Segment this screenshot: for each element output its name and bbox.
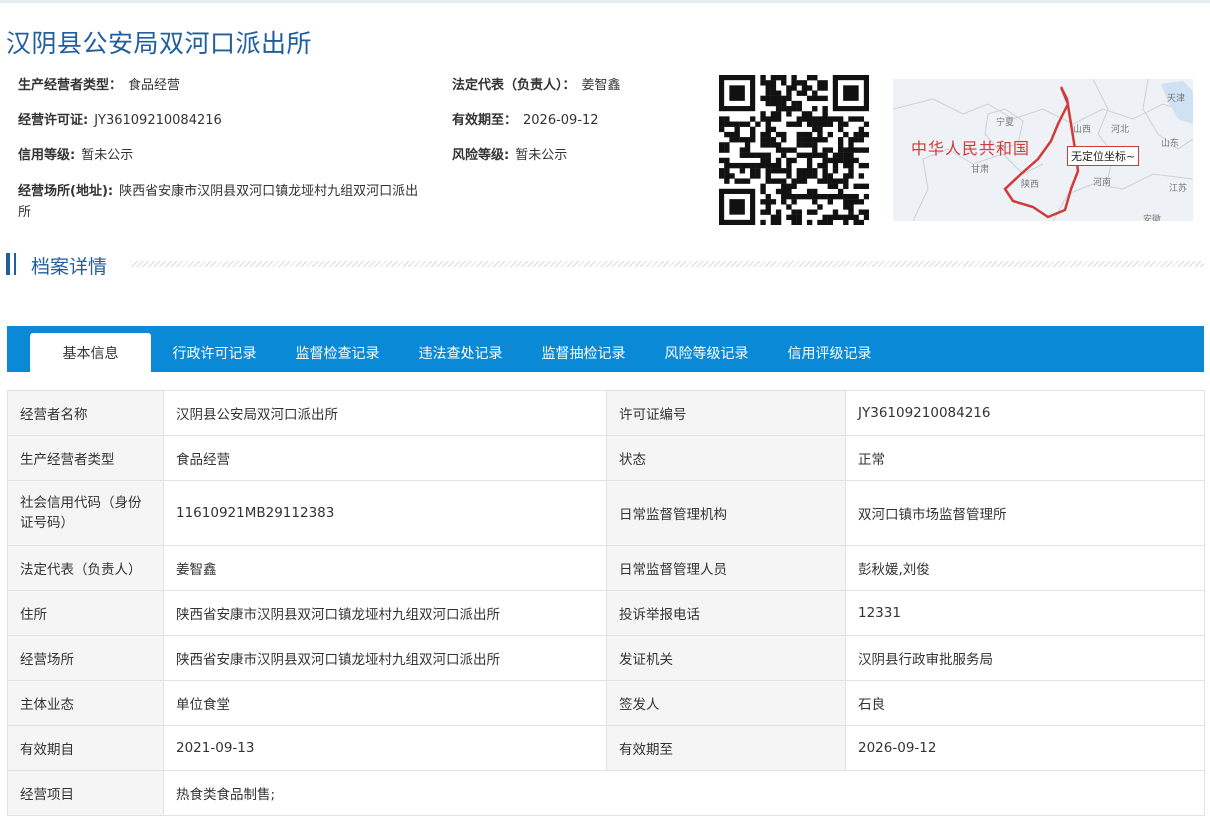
- field-value: 热食类食品制售;: [163, 770, 1205, 816]
- map-location-badge: 无定位坐标~: [1067, 146, 1140, 166]
- table-row: 经营场所 陕西省安康市汉阴县双河口镇龙垭村九组双河口派出所 发证机关 汉阴县行政…: [7, 635, 1205, 681]
- section-divider: [131, 261, 1204, 267]
- summary-valid-until: 有效期至： 2026-09-12: [452, 110, 599, 131]
- table-row: 法定代表（负责人） 姜智鑫 日常监督管理人员 彭秋媛,刘俊: [7, 545, 1205, 591]
- summary-credit-level: 信用等级: 暂未公示: [18, 145, 133, 166]
- field-value: 双河口镇市场监督管理所: [845, 480, 1205, 546]
- legal-rep-label: 法定代表（负责人）：: [452, 78, 576, 93]
- field-label: 投诉举报电话: [606, 590, 846, 636]
- field-label: 有效期至: [606, 725, 846, 771]
- map-province-label: 江苏: [1169, 184, 1188, 194]
- field-value: 正常: [845, 435, 1205, 481]
- field-value: 陕西省安康市汉阴县双河口镇龙垭村九组双河口派出所: [163, 590, 607, 636]
- field-label: 许可证编号: [606, 390, 846, 436]
- tab-risk-level-records[interactable]: 风险等级记录: [649, 333, 764, 372]
- tab-basic-info[interactable]: 基本信息: [30, 333, 151, 372]
- field-label: 经营项目: [7, 770, 164, 816]
- page-title: 汉阴县公安局双河口派出所: [6, 29, 313, 58]
- field-label: 生产经营者类型: [7, 435, 164, 481]
- field-value: 汉阴县行政审批服务局: [845, 635, 1205, 681]
- field-label: 主体业态: [7, 680, 164, 726]
- field-label: 社会信用代码（身份证号码）: [7, 480, 164, 546]
- field-value: 石良: [845, 680, 1205, 726]
- tab-violation-records[interactable]: 违法查处记录: [403, 333, 518, 372]
- table-row: 有效期自 2021-09-13 有效期至 2026-09-12: [7, 725, 1205, 771]
- credit-level-label: 信用等级:: [18, 148, 76, 163]
- field-value: 汉阴县公安局双河口派出所: [163, 390, 607, 436]
- map-province-label: 甘肃: [971, 165, 990, 175]
- map-province-label: 河北: [1111, 125, 1130, 135]
- table-row: 经营者名称 汉阴县公安局双河口派出所 许可证编号 JY3610921008421…: [7, 390, 1205, 436]
- tab-bar: 基本信息 行政许可记录 监督检查记录 违法查处记录 监督抽检记录 风险等级记录 …: [7, 326, 1204, 372]
- field-label: 有效期自: [7, 725, 164, 771]
- field-value: JY36109210084216: [845, 390, 1205, 436]
- license-no-value: JY36109210084216: [94, 113, 222, 128]
- table-row: 经营项目 热食类食品制售;: [7, 770, 1205, 816]
- field-label: 经营者名称: [7, 390, 164, 436]
- location-map[interactable]: 宁夏 甘肃 陕西 河南 山西 河北 天津 山东 江苏 安徽 中华人民共和国 无定…: [893, 79, 1193, 221]
- map-country-label: 中华人民共和国: [911, 139, 1031, 158]
- table-row: 生产经营者类型 食品经营 状态 正常: [7, 435, 1205, 481]
- field-label: 法定代表（负责人）: [7, 545, 164, 591]
- qr-code: [719, 75, 869, 225]
- field-value: 11610921MB29112383: [163, 480, 607, 546]
- table-row: 主体业态 单位食堂 签发人 石良: [7, 680, 1205, 726]
- field-label: 签发人: [606, 680, 846, 726]
- table-row: 社会信用代码（身份证号码） 11610921MB29112383 日常监督管理机…: [7, 480, 1205, 546]
- legal-rep-value: 姜智鑫: [581, 78, 621, 93]
- tab-sampling-inspection-records[interactable]: 监督抽检记录: [526, 333, 641, 372]
- summary-license-no: 经营许可证: JY36109210084216: [18, 110, 222, 131]
- risk-level-value: 暂未公示: [515, 148, 568, 163]
- producer-type-label: 生产经营者类型：: [18, 78, 123, 93]
- map-province-label: 山西: [1073, 125, 1092, 135]
- risk-level-label: 风险等级:: [452, 148, 510, 163]
- field-value: 陕西省安康市汉阴县双河口镇龙垭村九组双河口派出所: [163, 635, 607, 681]
- map-province-label: 天津: [1167, 94, 1186, 104]
- summary-legal-rep: 法定代表（负责人）： 姜智鑫: [452, 75, 621, 96]
- table-row: 住所 陕西省安康市汉阴县双河口镇龙垭村九组双河口派出所 投诉举报电话 12331: [7, 590, 1205, 636]
- field-label: 状态: [606, 435, 846, 481]
- field-label: 住所: [7, 590, 164, 636]
- license-no-label: 经营许可证:: [18, 113, 89, 128]
- detail-table: 经营者名称 汉阴县公安局双河口派出所 许可证编号 JY3610921008421…: [7, 390, 1205, 816]
- map-province-label: 陕西: [1021, 180, 1040, 190]
- address-label: 经营场所(地址):: [18, 184, 114, 199]
- map-province-label: 宁夏: [996, 118, 1015, 128]
- section-header: 档案详情: [6, 251, 1204, 278]
- summary-risk-level: 风险等级: 暂未公示: [452, 145, 567, 166]
- map-province-label: 安徽: [1143, 215, 1162, 221]
- field-value: 姜智鑫: [163, 545, 607, 591]
- section-title: 档案详情: [31, 256, 108, 278]
- section-marker: [14, 253, 16, 275]
- producer-type-value: 食品经营: [128, 78, 181, 93]
- valid-until-label: 有效期至：: [452, 113, 518, 128]
- field-label: 经营场所: [7, 635, 164, 681]
- credit-level-value: 暂未公示: [81, 148, 134, 163]
- tab-admin-license-records[interactable]: 行政许可记录: [157, 333, 272, 372]
- field-label: 发证机关: [606, 635, 846, 681]
- field-value: 2026-09-12: [845, 725, 1205, 771]
- field-value: 12331: [845, 590, 1205, 636]
- field-value: 彭秋媛,刘俊: [845, 545, 1205, 591]
- field-label: 日常监督管理人员: [606, 545, 846, 591]
- map-province-label: 山东: [1161, 139, 1180, 149]
- field-value: 单位食堂: [163, 680, 607, 726]
- tab-credit-rating-records[interactable]: 信用评级记录: [772, 333, 887, 372]
- field-value: 食品经营: [163, 435, 607, 481]
- map-province-label: 河南: [1093, 178, 1112, 188]
- top-divider: [0, 0, 1210, 3]
- summary-producer-type: 生产经营者类型： 食品经营: [18, 75, 180, 96]
- summary-address: 经营场所(地址): 陕西省安康市汉阴县双河口镇龙垭村九组双河口派出所: [18, 181, 430, 223]
- field-label: 日常监督管理机构: [606, 480, 846, 546]
- field-value: 2021-09-13: [163, 725, 607, 771]
- section-marker: [6, 253, 10, 275]
- valid-until-value: 2026-09-12: [523, 113, 599, 128]
- tab-supervision-inspection-records[interactable]: 监督检查记录: [280, 333, 395, 372]
